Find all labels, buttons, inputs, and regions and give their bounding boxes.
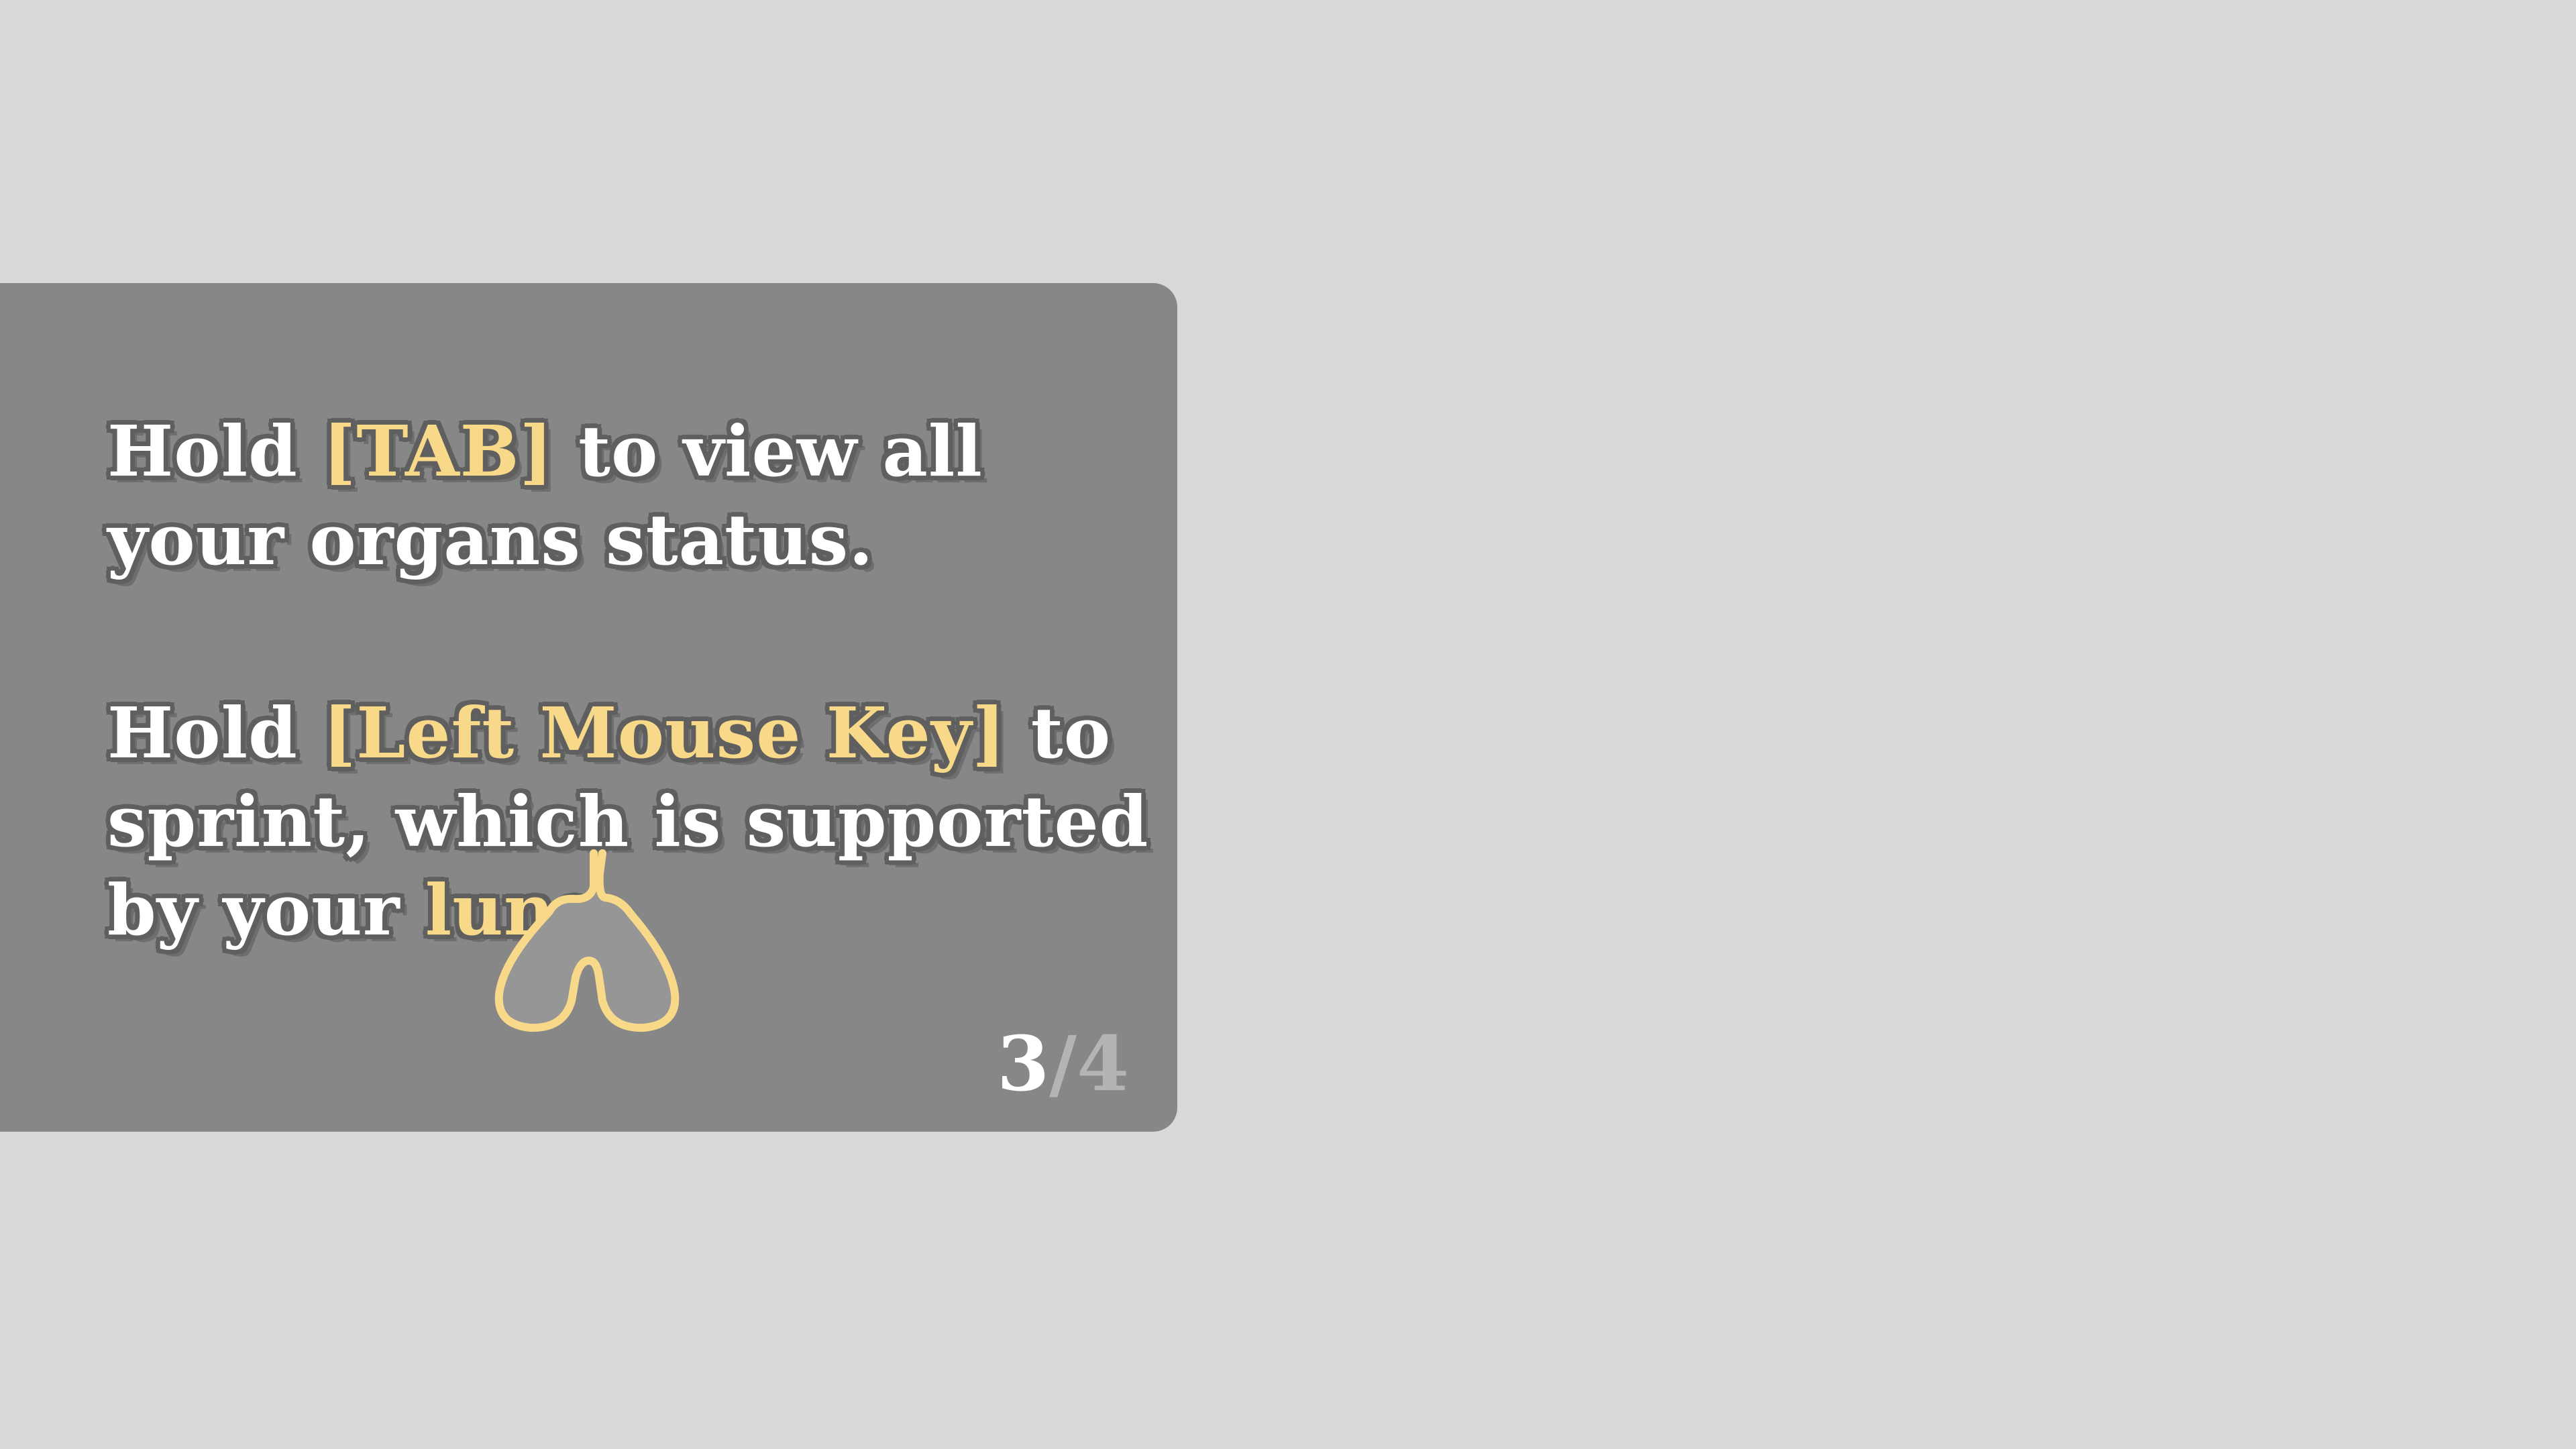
- page-counter: 3/4: [997, 1024, 1129, 1105]
- page-separator: /: [1049, 1020, 1077, 1108]
- tip-tab: Hold [TAB] to view all your organs statu…: [107, 407, 983, 584]
- page-total: 4: [1077, 1020, 1129, 1108]
- tip-sprint-line-1: Hold [Left Mouse Key] to: [107, 692, 1112, 774]
- key-tab: [TAB]: [323, 410, 553, 492]
- page-current: 3: [997, 1020, 1050, 1108]
- key-left-mouse: [Left Mouse Key]: [323, 692, 1006, 774]
- lung-icon: [494, 849, 680, 1032]
- tip-tab-line-2: your organs status.: [107, 498, 874, 581]
- tutorial-panel: Hold [TAB] to view all your organs statu…: [0, 283, 1177, 1132]
- game-screen: Hold [TAB] to view all your organs statu…: [0, 0, 2576, 1449]
- tip-tab-line-1: Hold [TAB] to view all: [107, 410, 983, 492]
